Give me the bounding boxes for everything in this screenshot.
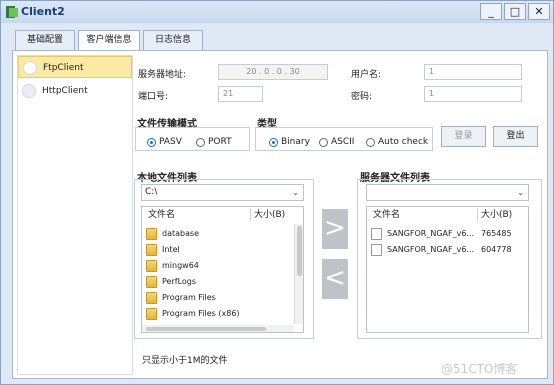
radio-pasv-label: PASV [159,137,182,147]
size-filter-note: 只显示小于1M的文件 [142,356,228,366]
upload-arrow-button[interactable]: > [322,209,348,249]
local-col-name[interactable]: 文件名 [148,207,175,223]
app-icon [6,6,18,18]
column-divider [477,209,478,221]
file-name: PerfLogs [162,277,197,286]
server-col-size[interactable]: 大小(B) [481,207,512,223]
radio-unselected-icon [319,137,328,147]
minimize-button[interactable]: _ [480,3,502,20]
radio-ascii-label: ASCII [331,137,355,147]
ftp-client-icon [23,61,37,75]
radio-unselected-icon [366,137,375,147]
local-col-size[interactable]: 大小(B) [254,207,285,223]
file-icon [371,228,382,240]
port-field[interactable]: 21 [218,86,263,102]
chevron-down-icon: ⌄ [292,188,299,197]
logout-button[interactable]: 登出 [493,126,538,147]
file-size: 604778 [481,245,512,254]
list-item[interactable]: Program Files [142,290,292,306]
file-icon [371,244,382,256]
server-address-label: 服务器地址: [138,70,187,80]
file-name: database [162,229,200,238]
file-name: Program Files (x86) [162,309,240,318]
folder-icon [146,276,157,288]
folder-icon [146,244,157,256]
radio-auto-check-label: Auto check [378,137,429,147]
title-bar[interactable]: Client2 _ □ ✕ [1,1,553,23]
list-item[interactable]: mingw64 [142,258,292,274]
list-item[interactable]: SANGFOR_NGAF_v6... 604778 [367,242,527,258]
watermark: @51CTO博客 [441,362,518,376]
password-field[interactable]: 1 [424,86,522,102]
scroll-thumb[interactable] [146,327,266,331]
list-item[interactable]: Intel [142,242,292,258]
username-field[interactable]: 1 [424,64,522,80]
login-button[interactable]: 登录 [441,126,486,147]
window-title: Client2 [21,5,65,18]
folder-icon [146,260,157,272]
sidebar-item-label: FtpClient [43,63,84,73]
file-name: mingw64 [162,261,199,270]
sidebar-item-label: HttpClient [42,86,88,96]
server-path-select[interactable]: ⌄ [366,184,529,201]
column-divider [250,209,251,221]
scroll-thumb[interactable] [297,226,302,276]
chevron-down-icon: ⌄ [517,188,524,197]
tab-basic-config[interactable]: 基础配置 [15,30,75,50]
sidebar-item-ftpclient[interactable]: FtpClient [18,56,132,78]
radio-auto-check[interactable]: Auto check [366,137,428,147]
file-name: Intel [162,245,180,254]
tab-log-info[interactable]: 日志信息 [143,30,203,50]
local-path-value: C:\ [145,187,158,197]
local-path-select[interactable]: C:\ ⌄ [141,184,304,201]
folder-icon [146,292,157,304]
radio-selected-icon [147,137,156,147]
server-col-name[interactable]: 文件名 [373,207,400,223]
port-label: 端口号: [138,92,169,102]
tab-client-info[interactable]: 客户端信息 [78,30,140,50]
folder-icon [146,228,157,240]
file-name: SANGFOR_NGAF_v6... [387,229,475,238]
password-label: 密码: [351,92,373,102]
local-file-list: 文件名 大小(B) database Intel mingw64 PerfLog… [141,206,304,333]
close-button[interactable]: ✕ [528,3,550,20]
list-item[interactable]: database [142,226,292,242]
download-arrow-button[interactable]: < [322,259,348,299]
radio-ascii[interactable]: ASCII [319,137,354,147]
http-client-icon [22,84,36,98]
server-address-field[interactable]: 20 . 0 . 0 . 30 [218,64,328,80]
file-name: Program Files [162,293,216,302]
client-sidebar: FtpClient HttpClient [17,55,133,375]
server-list-header: 文件名 大小(B) [367,207,528,223]
radio-selected-icon [269,137,278,147]
radio-binary[interactable]: Binary [269,137,310,147]
list-item[interactable]: SANGFOR_NGAF_v6... 765485 [367,226,527,242]
radio-pasv[interactable]: PASV [147,137,182,147]
sidebar-item-httpclient[interactable]: HttpClient [18,80,132,102]
local-vertical-scrollbar[interactable] [294,224,303,324]
username-label: 用户名: [351,70,382,80]
local-horizontal-scrollbar[interactable] [142,325,294,332]
client-window: Client2 _ □ ✕ 基础配置 客户端信息 日志信息 FtpClient … [0,0,554,385]
list-item[interactable]: PerfLogs [142,274,292,290]
maximize-button[interactable]: □ [504,3,526,20]
radio-port[interactable]: PORT [196,137,232,147]
file-name: SANGFOR_NGAF_v6... [387,245,475,254]
radio-port-label: PORT [208,137,232,147]
radio-binary-label: Binary [281,137,310,147]
main-panel: FtpClient HttpClient 服务器地址: 20 . 0 . 0 .… [12,50,548,379]
folder-icon [146,308,157,320]
file-size: 765485 [481,229,512,238]
radio-unselected-icon [196,137,205,147]
server-file-list: 文件名 大小(B) SANGFOR_NGAF_v6... 765485 SANG… [366,206,529,333]
local-list-header: 文件名 大小(B) [142,207,303,223]
list-item[interactable]: Program Files (x86) [142,306,292,322]
